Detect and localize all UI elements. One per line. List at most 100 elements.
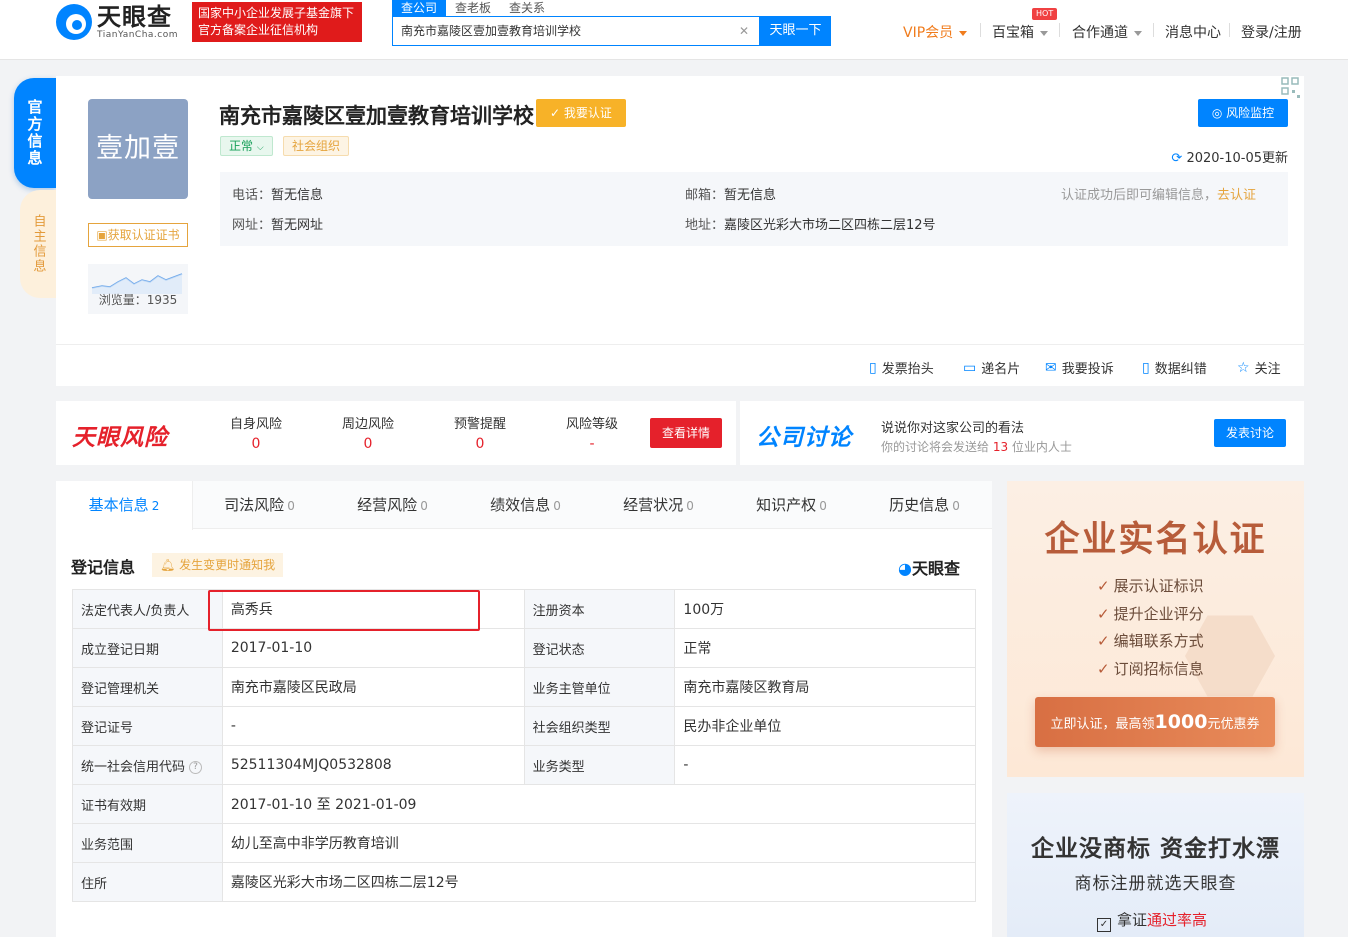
search-button[interactable]: 天眼一下 [760, 16, 831, 46]
get-certificate-button[interactable]: ▣获取认证证书 [88, 223, 188, 247]
risk-panel: 天眼风险 自身风险 0 周边风险 0 预警提醒 0 风险等级 - 查看详情 [56, 401, 736, 465]
check-icon: ✓ [1097, 659, 1110, 678]
checkbox-icon: ✓ [1097, 918, 1111, 932]
top-header: 天眼查 TianYanCha.com 国家中小企业发展子基金旗下 官方备案企业征… [0, 0, 1348, 60]
company-logo: 壹加壹 [88, 99, 188, 199]
status-value: 正常 [674, 628, 976, 668]
search-tab-relation[interactable]: 查关系 [500, 0, 554, 16]
list-item: ✓ 展示认证标识 [1097, 577, 1204, 595]
complaint-button[interactable]: ✉ 我要投诉 [1045, 358, 1114, 378]
tab-ip[interactable]: 知识产权 0 [725, 481, 858, 529]
risk-detail-button[interactable]: 查看详情 [650, 418, 722, 448]
list-item: ✓ 提升企业评分 [1097, 604, 1204, 623]
real-name-promo[interactable]: 企业实名认证 ✓ 展示认证标识 ✓ 提升企业评分 ✓ 编辑联系方式 ✓ 订阅招标信息 立… [1007, 481, 1304, 777]
company-name: 南充市嘉陵区壹加壹教育培训学校 [219, 104, 534, 128]
notify-change-button[interactable]: 🔔︎ 发生变更时通知我 [152, 553, 284, 577]
nav-baibao[interactable]: 百宝箱 [992, 22, 1048, 42]
highlight-box [208, 590, 480, 631]
official-badge[interactable]: 国家中小企业发展子基金旗下 官方备案企业征信机构 [192, 2, 362, 42]
invoice-title-button[interactable]: ▯ 发票抬头 [869, 358, 934, 378]
promo-subtitle: 商标注册就选天眼查 [1074, 874, 1237, 894]
site-logo[interactable]: 天眼查 TianYanCha.com [56, 4, 178, 40]
nav-messages[interactable]: 消息中心 [1165, 22, 1221, 42]
certificate-icon: ▣ [96, 228, 108, 242]
promo-title: 企业实名认证 [1044, 520, 1267, 560]
trademark-promo[interactable]: 企业没商标 资金打水漂 商标注册就选天眼查 ✓ 拿证通过率高 [1007, 793, 1304, 937]
tab-performance[interactable]: 绩效信息 0 [459, 481, 592, 529]
search-tab-boss[interactable]: 查老板 [446, 0, 500, 16]
logo-eye-icon [56, 4, 92, 40]
chevron-down-icon: ⌵ [256, 143, 264, 153]
risk-warning[interactable]: 预警提醒 0 [440, 413, 520, 452]
update-time[interactable]: ⟳ 2020-10-05更新 [1171, 147, 1288, 166]
table-row: 登记管理机关 南充市嘉陵区民政局 业务主管单位 南充市嘉陵区教育局 [72, 667, 976, 707]
risk-self[interactable]: 自身风险 0 [216, 413, 296, 452]
verify-button[interactable]: ✓ 我要认证 [536, 99, 626, 127]
search-type-tabs: 查公司 查老板 查关系 [392, 0, 554, 16]
nav-login[interactable]: 登录/注册 [1241, 22, 1302, 42]
verify-now-button[interactable]: 立即认证，最高领1000元优惠券 [1035, 697, 1275, 747]
logo-eye-icon: ◕ [898, 559, 912, 578]
table-row: 业务范围 幼儿至高中非学历教育培训 [72, 823, 977, 863]
tab-operation-status[interactable]: 经营状况 0 [592, 481, 725, 529]
promo-benefits: ✓ 展示认证标识 ✓ 提升企业评分 ✓ 编辑联系方式 ✓ 订阅招标信息 [1097, 573, 1204, 683]
tab-history[interactable]: 历史信息 0 [858, 481, 991, 529]
website-field: 网址：暂无网址 [232, 218, 324, 233]
discussion-title: 说说你对这家公司的看法 [881, 421, 1025, 436]
business-card-button[interactable]: ▭ 递名片 [963, 358, 1020, 378]
action-bar: ▯ 发票抬头 ▭ 递名片 ✉ 我要投诉 ▯ 数据纠错 ☆ 关注 [56, 344, 1304, 386]
main-content: 基本信息 2 司法风险 0 经营风险 0 绩效信息 0 经营状况 0 知识产权 0 历史信息… [56, 481, 992, 937]
nav-vip[interactable]: VIP会员 [903, 22, 968, 42]
mail-icon: ✉ [1045, 359, 1057, 376]
check-icon: ✓ [1097, 632, 1110, 650]
logo-domain: TianYanCha.com [97, 29, 179, 40]
nav-cooperation[interactable]: 合作通道 [1072, 22, 1142, 42]
hot-badge: HOT [1032, 8, 1058, 20]
risk-brand: 天眼风险 [72, 425, 168, 451]
status-badge[interactable]: 正常 ⌵ [220, 136, 273, 156]
watermark-logo: ◕天眼查 [898, 559, 960, 578]
capital-value: 100万 [674, 589, 976, 629]
registration-table: 法定代表人/负责人 高秀兵 注册资本 100万 成立登记日期 2017-01-1… [72, 589, 977, 902]
document-icon: ▯ [869, 359, 877, 376]
table-row: 统一社会信用代码? 52511304MJQ0532808 业务类型 - [72, 745, 976, 785]
post-discussion-button[interactable]: 发表讨论 [1214, 419, 1286, 447]
data-correction-button[interactable]: ▯ 数据纠错 [1142, 358, 1207, 378]
tab-judicial-risk[interactable]: 司法风险 0 [193, 481, 326, 529]
star-icon: ☆ [1237, 359, 1250, 376]
side-tab-self[interactable]: 自主信息 [20, 190, 56, 298]
org-type-badge: 社会组织 [283, 136, 350, 156]
edit-hint: 认证成功后即可编辑信息，去认证 [1061, 188, 1257, 203]
table-row: 成立登记日期 2017-01-10 登记状态 正常 [72, 628, 976, 668]
views-count: 浏览量：1935 [98, 293, 178, 307]
logo-text: 天眼查 [97, 2, 172, 31]
check-icon: ✓ [1097, 604, 1110, 623]
discussion-brand: 公司讨论 [756, 425, 852, 451]
help-icon[interactable]: ? [189, 760, 203, 774]
check-icon: ✓ [1097, 577, 1110, 595]
section-title: 登记信息 [71, 558, 136, 577]
edit-doc-icon: ▯ [1142, 359, 1150, 376]
go-verify-link[interactable]: 去认证 [1217, 188, 1256, 203]
list-item: ✓ 编辑联系方式 [1097, 632, 1204, 650]
clear-icon[interactable]: ✕ [739, 17, 749, 45]
risk-surrounding[interactable]: 周边风险 0 [328, 413, 408, 452]
contact-panel: 电话：暂无信息 邮箱：暂无信息 认证成功后即可编辑信息，去认证 网址：暂无网址 … [220, 172, 1288, 246]
risk-monitor-button[interactable]: ◎ 风险监控 [1198, 99, 1288, 127]
list-item: ✓ 订阅招标信息 [1097, 659, 1204, 678]
address-field: 地址：嘉陵区光彩大市场二区四栋二层12号 [685, 218, 936, 233]
search-tab-company[interactable]: 查公司 [392, 0, 447, 16]
discussion-panel: 公司讨论 说说你对这家公司的看法 你的讨论将会发送给 13 位业内人士 发表讨论 [740, 401, 1304, 465]
discussion-subtitle: 你的讨论将会发送给 13 位业内人士 [881, 440, 1072, 454]
bell-icon: 🔔︎ [160, 558, 180, 572]
info-tabs: 基本信息 2 司法风险 0 经营风险 0 绩效信息 0 经营状况 0 知识产权 0 历史信息… [56, 481, 992, 530]
capital-label: 注册资本 [523, 589, 676, 629]
tab-operation-risk[interactable]: 经营风险 0 [326, 481, 459, 529]
follow-button[interactable]: ☆ 关注 [1237, 358, 1281, 378]
tab-basic-info[interactable]: 基本信息 2 [56, 481, 193, 530]
side-tab-official[interactable]: 官方信息 [14, 78, 56, 188]
refresh-icon: ⟳ [1171, 151, 1187, 166]
radar-icon: ◎ [1211, 106, 1227, 120]
search-input[interactable]: 南充市嘉陵区壹加壹教育培训学校 ✕ [392, 16, 760, 46]
risk-level[interactable]: 风险等级 - [552, 413, 632, 452]
